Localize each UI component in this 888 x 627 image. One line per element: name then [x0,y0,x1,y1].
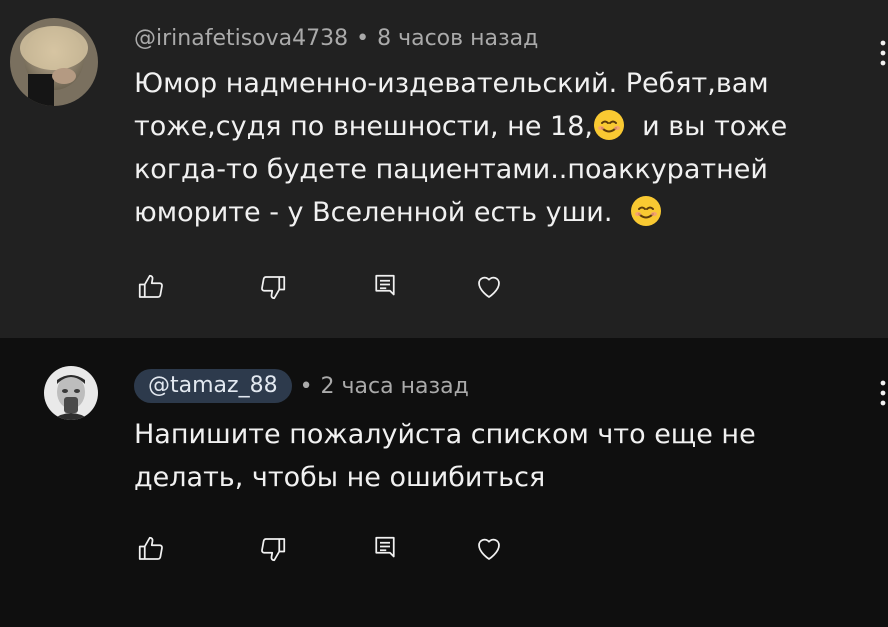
smiling-face-emoji-icon [630,195,662,227]
more-vert-icon [880,40,886,66]
separator-dot: • [356,25,370,51]
comment-actions [134,532,514,566]
comment-time[interactable]: 2 часа назад [321,374,469,399]
comment-meta: @tamaz_88 • 2 часа назад [134,368,469,404]
comment-line: тоже,судя по внешности, не 18, и вы тоже [134,105,854,148]
thumbs-up-icon [138,274,163,298]
comment-line-part: тоже,судя по внешности, не 18, [134,111,593,142]
comment-text: Юмор надменно-издевательский. Ребят,вам … [134,62,854,234]
reply-icon [375,274,395,296]
comment-line-part: юморите - у Вселенной есть уши. [134,197,613,228]
comment-thread-item: @irinafetisova4738 • 8 часов назад Юмор … [0,0,888,338]
reply-icon [375,536,395,558]
reply-button[interactable] [368,270,402,304]
thumbs-up-icon [138,536,163,560]
dislike-button[interactable] [256,532,290,566]
avatar[interactable] [10,18,98,106]
comment-thread-item: @tamaz_88 • 2 часа назад Напишите пожалу… [0,338,888,627]
like-button[interactable] [134,270,168,304]
comment-line: Юмор надменно-издевательский. Ребят,вам [134,68,769,99]
dislike-button[interactable] [256,270,290,304]
comment-meta: @irinafetisova4738 • 8 часов назад [134,22,538,54]
heart-button[interactable] [472,270,506,304]
heart-icon [478,276,500,298]
comment-time[interactable]: 8 часов назад [377,26,538,51]
more-options-button[interactable] [878,378,888,408]
heart-icon [478,538,500,560]
avatar[interactable] [44,366,98,420]
comment-line: делать, чтобы не ошибиться [134,462,546,493]
author-name-pill[interactable]: @tamaz_88 [134,369,292,403]
like-button[interactable] [134,532,168,566]
heart-button[interactable] [472,532,506,566]
comment-text: Напишите пожалуйста списком что еще не д… [134,413,824,499]
smiling-face-emoji-icon [593,109,625,141]
author-name[interactable]: @irinafetisova4738 [134,26,348,51]
separator-dot: • [299,373,313,399]
comment-line-part: и вы тоже [642,111,788,142]
more-options-button[interactable] [878,38,888,68]
thumbs-down-icon [261,276,286,300]
reply-button[interactable] [368,532,402,566]
comment-line: Напишите пожалуйста списком что еще не [134,419,756,450]
thumbs-down-icon [261,538,286,562]
comment-actions [134,270,514,304]
more-vert-icon [880,380,886,406]
comment-line: юморите - у Вселенной есть уши. [134,191,854,234]
comment-line: когда-то будете пациентами..поаккуратней [134,154,768,185]
